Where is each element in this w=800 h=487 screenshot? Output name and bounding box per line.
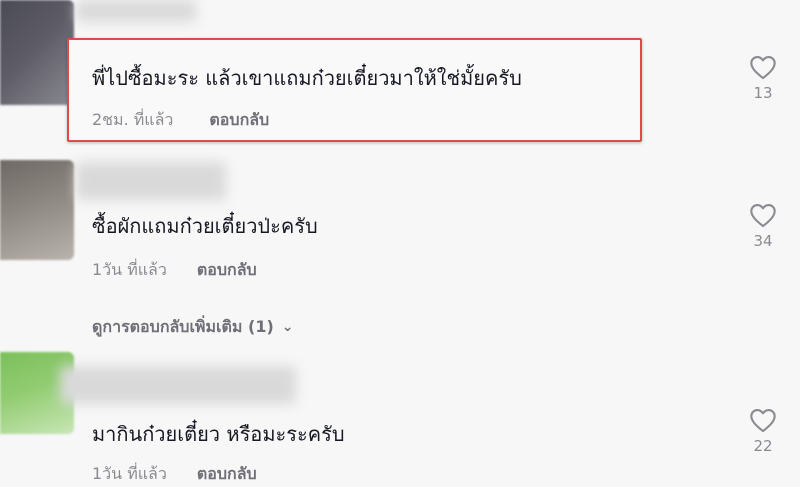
like-button[interactable]: 22	[746, 407, 780, 455]
username-blurred	[76, 162, 226, 200]
like-count: 34	[753, 232, 773, 250]
comment-time: 2ชม. ที่แล้ว	[92, 110, 174, 129]
username-blurred	[76, 0, 196, 22]
comment-text: ซื้อผักแถมก๋วยเตี๋ยวป่ะครับ	[92, 214, 318, 238]
reply-button[interactable]: ตอบกลับ	[197, 258, 257, 283]
comment-meta: 1วัน ที่แล้ว ตอบกลับ	[92, 258, 257, 283]
comment-time: 1วัน ที่แล้ว	[92, 464, 167, 483]
comment-text: พี่ไปซื้อมะระ แล้วเขาแถมก๋วยเตี๋ยวมาให้ใ…	[92, 66, 522, 90]
reply-button[interactable]: ตอบกลับ	[209, 108, 269, 133]
like-count: 13	[753, 84, 773, 102]
comment-meta: 1วัน ที่แล้ว ตอบกลับ	[92, 462, 257, 487]
chevron-down-icon: ⌄	[281, 319, 294, 335]
view-more-label: ดูการตอบกลับเพิ่มเติม (1)	[92, 317, 274, 336]
view-more-replies-button[interactable]: ดูการตอบกลับเพิ่มเติม (1) ⌄	[92, 315, 294, 340]
heart-outline-icon	[750, 56, 776, 80]
like-button[interactable]: 34	[746, 202, 780, 250]
like-count: 22	[753, 437, 773, 455]
heart-outline-icon	[750, 204, 776, 228]
comment-meta: 2ชม. ที่แล้ว ตอบกลับ	[92, 108, 269, 133]
comment-text: มากินก๋วยเตี๋ยว หรือมะระครับ	[92, 422, 345, 446]
avatar[interactable]	[0, 160, 74, 260]
reply-button[interactable]: ตอบกลับ	[197, 462, 257, 487]
avatar[interactable]	[0, 0, 74, 105]
heart-outline-icon	[750, 409, 776, 433]
comment-time: 1วัน ที่แล้ว	[92, 260, 167, 279]
username-blurred	[60, 366, 296, 404]
like-button[interactable]: 13	[746, 54, 780, 102]
